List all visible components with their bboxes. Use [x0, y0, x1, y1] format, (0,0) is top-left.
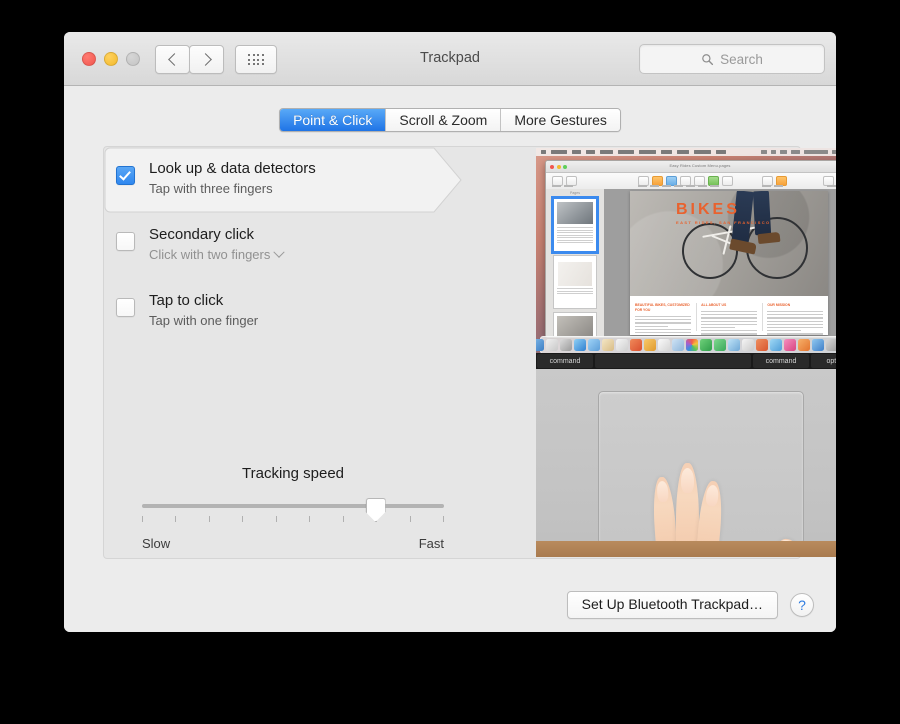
option-text-tap-to-click: Tap to click Tap with one finger: [149, 291, 258, 330]
search-placeholder: Search: [720, 51, 763, 67]
slider-max-label: Fast: [418, 536, 444, 551]
preview-page-thumbnail: [553, 255, 597, 309]
checkbox-look-up[interactable]: [116, 166, 135, 185]
tracking-speed-slider[interactable]: [142, 498, 444, 532]
option-subtitle: Tap with one finger: [149, 312, 258, 330]
option-subtitle-text: Tap with three fingers: [149, 181, 273, 196]
option-row-look-up[interactable]: Look up & data detectors Tap with three …: [104, 147, 464, 213]
preview-hero-subtitle: EAST RIDES, SAN FRANCISCO: [676, 220, 771, 225]
option-subtitle-text: Click with two fingers: [149, 247, 271, 262]
option-row-secondary-click[interactable]: Secondary click Click with two fingers: [104, 213, 464, 279]
preview-document-canvas: BIKES EAST RIDES, SAN FRANCISCO BEAUTIFU…: [604, 189, 836, 337]
preview-column: BEAUTIFUL BIKES, CUSTOMIZED FOR YOU: [635, 303, 691, 334]
preview-key-option: option: [811, 354, 836, 368]
preview-desk-surface: [536, 541, 836, 557]
preview-pages-window: Easy Rides Custom Menu.pages Pages BIKES…: [545, 160, 836, 338]
preview-app-title: Easy Rides Custom Menu.pages: [669, 163, 731, 168]
preview-page-thumbnail: [551, 196, 599, 254]
tracking-speed-label: Tracking speed: [242, 465, 344, 482]
preview-hero-image: BIKES EAST RIDES, SAN FRANCISCO: [630, 191, 828, 296]
preview-key-command-left: command: [537, 354, 593, 368]
content-panel: Look up & data detectors Tap with three …: [103, 146, 836, 559]
tab-more-gestures[interactable]: More Gestures: [500, 109, 620, 131]
help-button[interactable]: ?: [790, 593, 814, 617]
preview-column: ALL ABOUT US: [701, 303, 757, 335]
option-subtitle: Tap with three fingers: [149, 180, 316, 198]
preview-page-thumbnails: Pages: [546, 189, 605, 337]
preview-desktop: Easy Rides Custom Menu.pages Pages BIKES…: [536, 148, 836, 354]
option-title: Secondary click: [149, 226, 255, 243]
chevron-down-icon[interactable]: [273, 246, 286, 258]
set-up-bluetooth-trackpad-button[interactable]: Set Up Bluetooth Trackpad…: [566, 591, 778, 619]
gesture-options-list: Look up & data detectors Tap with three …: [104, 147, 464, 345]
option-subtitle-popup[interactable]: Click with two fingers: [149, 246, 286, 264]
preview-document-page: BIKES EAST RIDES, SAN FRANCISCO BEAUTIFU…: [630, 191, 828, 335]
preview-app-titlebar: Easy Rides Custom Menu.pages: [546, 161, 836, 173]
preview-toolbar-labels-share: [762, 185, 783, 187]
tracking-speed-section: Tracking speed Slow Fast: [122, 465, 464, 551]
preview-column: OUR MISSION: [767, 303, 824, 335]
preferences-window: Trackpad Search Point & Click Scroll & Z…: [64, 32, 836, 632]
preview-menubar: [536, 148, 836, 156]
slider-end-labels: Slow Fast: [142, 536, 444, 551]
preview-hero-title: BIKES: [676, 201, 740, 218]
preview-dock: [536, 336, 836, 354]
option-subtitle-text: Tap with one finger: [149, 313, 259, 328]
preview-menu-items: [541, 149, 726, 154]
preview-key-space: [595, 354, 751, 368]
window-body: Point & Click Scroll & Zoom More Gesture…: [64, 86, 836, 632]
tab-bar: Point & Click Scroll & Zoom More Gesture…: [64, 108, 836, 132]
checkbox-tap-to-click[interactable]: [116, 298, 135, 317]
search-field[interactable]: Search: [639, 44, 825, 74]
preview-sidebar-heading: Pages: [570, 191, 580, 195]
checkbox-secondary-click[interactable]: [116, 232, 135, 251]
option-title: Tap to click: [149, 292, 224, 309]
preview-column-heading: BEAUTIFUL BIKES, CUSTOMIZED FOR YOU: [635, 303, 690, 312]
preview-keyboard-row: command command option: [536, 353, 836, 369]
search-icon: [702, 53, 714, 65]
preview-toolbar-labels-view: [552, 185, 573, 187]
preview-toolbar-labels-format: [827, 185, 836, 187]
tab-point-and-click[interactable]: Point & Click: [280, 109, 386, 131]
window-titlebar: Trackpad Search: [64, 32, 836, 86]
slider-tick-marks: [142, 516, 444, 522]
slider-track[interactable]: [142, 504, 444, 508]
preview-toolbar-labels-insert: [638, 185, 719, 187]
option-row-tap-to-click[interactable]: Tap to click Tap with one finger: [104, 279, 464, 345]
option-text-secondary-click: Secondary click Click with two fingers: [149, 225, 286, 264]
option-text-look-up: Look up & data detectors Tap with three …: [149, 159, 316, 198]
option-title: Look up & data detectors: [149, 160, 316, 177]
preview-text-columns: BEAUTIFUL BIKES, CUSTOMIZED FOR YOU ALL …: [635, 303, 824, 335]
preview-menu-status-items: [761, 149, 836, 154]
tab-group: Point & Click Scroll & Zoom More Gesture…: [279, 108, 621, 132]
trackpad-gesture-video[interactable]: Easy Rides Custom Menu.pages Pages BIKES…: [536, 148, 836, 557]
preview-page-thumbnail: [553, 312, 597, 337]
tab-scroll-and-zoom[interactable]: Scroll & Zoom: [385, 109, 501, 131]
slider-min-label: Slow: [142, 536, 171, 551]
preview-column-heading: OUR MISSION: [767, 303, 791, 307]
preview-column-heading: ALL ABOUT US: [701, 303, 727, 307]
footer-button-bar: Set Up Bluetooth Trackpad… ?: [566, 591, 814, 619]
preview-key-command-right: command: [753, 354, 809, 368]
preview-laptop-body: [536, 369, 836, 557]
